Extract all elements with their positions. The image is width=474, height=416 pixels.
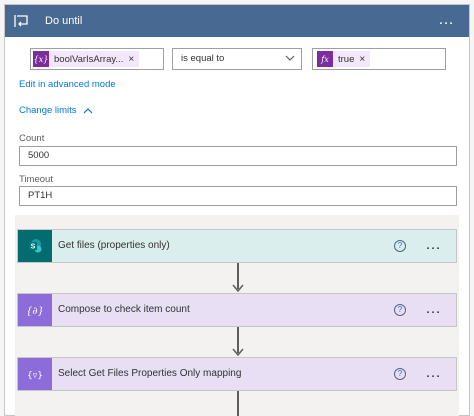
count-label: Count <box>19 133 45 144</box>
action-title: Get files (properties only) <box>58 240 170 251</box>
action-card-get-files[interactable]: S Get files (properties only) ? … <box>17 229 457 263</box>
loop-icon <box>5 5 38 37</box>
svg-text:{∂}: {∂} <box>28 306 42 317</box>
action-more-button[interactable]: … <box>425 358 442 390</box>
edit-advanced-mode-link[interactable]: Edit in advanced mode <box>19 79 116 90</box>
arrow-down-icon <box>232 348 244 356</box>
timeout-label: Timeout <box>19 174 53 185</box>
expression-token[interactable]: fx true × <box>317 51 371 67</box>
sharepoint-icon: S <box>18 230 52 262</box>
variable-icon: {x} <box>33 51 49 67</box>
arrow-down-icon <box>232 284 244 292</box>
loop-more-button[interactable]: … <box>438 5 455 37</box>
chevron-up-icon <box>83 108 93 114</box>
operator-value: is equal to <box>181 53 225 64</box>
do-until-loop: Do until … {x} boolVarIsArray... × is eq… <box>4 4 470 416</box>
help-icon[interactable]: ? <box>394 368 406 380</box>
loop-title: Do until <box>45 15 83 27</box>
action-card-compose[interactable]: {∂} Compose to check item count ? … <box>17 293 457 327</box>
action-title: Compose to check item count <box>58 304 190 315</box>
timeout-input[interactable]: PT1H <box>19 186 457 206</box>
change-limits-link[interactable]: Change limits <box>19 105 93 116</box>
change-limits-label: Change limits <box>19 105 77 116</box>
variable-token[interactable]: {x} boolVarIsArray... × <box>33 51 140 67</box>
connector-arrow <box>237 391 239 416</box>
condition-right-field[interactable]: fx true × <box>312 48 446 70</box>
expression-token-label: true <box>338 53 355 65</box>
action-card-select[interactable]: {▿} Select Get Files Properties Only map… <box>17 357 457 391</box>
condition-left-field[interactable]: {x} boolVarIsArray... × <box>30 48 164 70</box>
variable-token-label: boolVarIsArray... <box>54 53 124 65</box>
count-input[interactable]: 5000 <box>19 146 457 166</box>
svg-text:S: S <box>31 244 36 251</box>
action-title: Select Get Files Properties Only mapping <box>58 368 242 379</box>
operator-select[interactable]: is equal to <box>172 48 302 70</box>
remove-token-icon[interactable]: × <box>128 54 139 65</box>
select-icon: {▿} <box>18 358 52 390</box>
action-more-button[interactable]: … <box>425 294 442 326</box>
loop-header[interactable]: Do until … <box>5 5 469 37</box>
svg-text:{▿}: {▿} <box>28 371 42 381</box>
compose-icon: {∂} <box>18 294 52 326</box>
help-icon[interactable]: ? <box>394 304 406 316</box>
expression-icon: fx <box>317 51 333 67</box>
remove-token-icon[interactable]: × <box>359 54 370 65</box>
loop-actions-area: S Get files (properties only) ? … {∂} Co… <box>15 215 459 416</box>
action-more-button[interactable]: … <box>425 230 442 262</box>
chevron-down-icon <box>285 54 295 65</box>
help-icon[interactable]: ? <box>394 240 406 252</box>
